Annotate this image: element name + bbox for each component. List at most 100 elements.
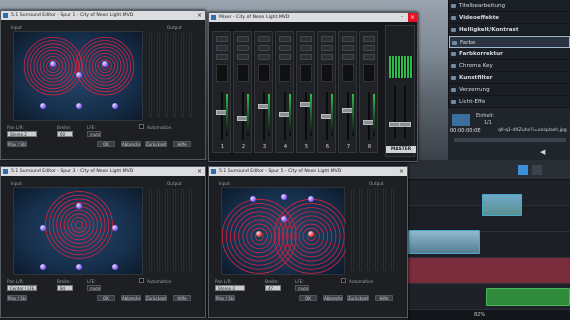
eq-knob[interactable] xyxy=(258,54,270,60)
eq-knob[interactable] xyxy=(237,45,249,51)
speaker-orb[interactable] xyxy=(281,193,287,200)
width-label: Breite: xyxy=(265,279,279,284)
effects-item[interactable]: Farbe xyxy=(449,36,570,48)
reset-button[interactable]: Zurücksetzen xyxy=(347,295,369,301)
lfe-mute-button[interactable]: mute xyxy=(87,285,101,291)
output-meter xyxy=(375,189,378,271)
close-icon[interactable]: × xyxy=(197,11,202,20)
surround-panning-field[interactable] xyxy=(13,31,143,121)
effect-icon xyxy=(451,28,456,32)
speaker-orb[interactable] xyxy=(76,102,82,109)
master-fader[interactable] xyxy=(399,122,411,127)
ok-button[interactable]: OK xyxy=(97,141,115,147)
surround-panning-field[interactable] xyxy=(221,187,346,275)
effects-item[interactable]: Farbkorrektur xyxy=(449,48,570,60)
eq-knob[interactable] xyxy=(300,45,312,51)
effects-item[interactable]: Chroma Key xyxy=(449,60,570,72)
effects-item[interactable]: Licht-Effe xyxy=(449,96,570,108)
position-slider[interactable] xyxy=(454,138,566,142)
pan-select[interactable]: Center / LFE xyxy=(7,285,37,291)
ok-button[interactable]: OK xyxy=(299,295,317,301)
output-meter xyxy=(149,33,152,117)
audio-clip[interactable] xyxy=(486,288,570,306)
pan-select[interactable]: Stereo 2 xyxy=(7,131,37,137)
effects-item[interactable]: Kunstfilter xyxy=(449,72,570,84)
eq-knob[interactable] xyxy=(321,54,333,60)
eq-knob[interactable] xyxy=(258,45,270,51)
speaker-orb[interactable] xyxy=(39,224,46,231)
close-icon[interactable]: × xyxy=(399,167,404,176)
effects-item[interactable]: Titelbearbeitung xyxy=(449,0,570,12)
eq-knob[interactable] xyxy=(258,36,270,42)
lfe-mute-button[interactable]: mute xyxy=(87,131,101,137)
speaker-orb[interactable] xyxy=(308,195,315,202)
mixer-channel-strip: 1 xyxy=(212,31,231,153)
help-button[interactable]: Hilfe xyxy=(375,295,393,301)
speaker-orb[interactable] xyxy=(256,230,263,237)
speaker-orb[interactable] xyxy=(76,202,82,209)
eq-knob[interactable] xyxy=(279,45,291,51)
speaker-orb[interactable] xyxy=(102,60,108,67)
eq-knob[interactable] xyxy=(321,36,333,42)
eq-knob[interactable] xyxy=(342,45,354,51)
pan-select[interactable]: Stereo 3 xyxy=(215,285,245,291)
eq-knob[interactable] xyxy=(321,45,333,51)
width-input[interactable]: 47 xyxy=(265,285,281,291)
cancel-button[interactable]: Abbrechen xyxy=(323,295,343,301)
width-input[interactable]: 84 xyxy=(57,285,73,291)
close-icon[interactable]: × xyxy=(197,167,202,176)
eq-knob[interactable] xyxy=(363,36,375,42)
automation-checkbox[interactable] xyxy=(139,124,144,129)
automation-checkbox[interactable] xyxy=(341,278,346,283)
input-label: Input xyxy=(219,181,230,186)
cancel-button[interactable]: Abbrechen xyxy=(121,295,141,301)
eq-knob[interactable] xyxy=(237,54,249,60)
master-fader-track xyxy=(394,86,396,138)
help-button[interactable]: Hilfe xyxy=(173,295,191,301)
speaker-orb[interactable] xyxy=(39,264,46,271)
eq-knob[interactable] xyxy=(342,54,354,60)
eq-knob[interactable] xyxy=(279,54,291,60)
surround-panning-field[interactable] xyxy=(13,187,143,275)
tool-icon[interactable] xyxy=(532,165,542,175)
minimize-icon[interactable]: – xyxy=(401,13,403,22)
eq-knob[interactable] xyxy=(342,36,354,42)
effects-item[interactable]: Videoeffekte xyxy=(449,12,570,24)
speaker-orb[interactable] xyxy=(281,215,287,222)
help-button[interactable]: Hilfe xyxy=(173,141,191,147)
reset-button[interactable]: Zurücksetzen xyxy=(145,141,167,147)
play-stop-button[interactable]: Play / Stop xyxy=(215,295,235,301)
output-meter xyxy=(157,33,160,117)
eq-knob[interactable] xyxy=(300,36,312,42)
close-icon[interactable]: × xyxy=(408,13,417,22)
unit-value: 1/1 xyxy=(484,121,492,126)
effects-item[interactable]: Verzerrung xyxy=(449,84,570,96)
monitor-icon[interactable] xyxy=(452,114,470,126)
eq-knob[interactable] xyxy=(237,36,249,42)
cancel-button[interactable]: Abbrechen xyxy=(121,141,141,147)
eq-knob[interactable] xyxy=(300,54,312,60)
audio-track xyxy=(408,258,570,284)
video-clip[interactable] xyxy=(408,230,480,254)
eq-knob[interactable] xyxy=(216,54,228,60)
automation-checkbox[interactable] xyxy=(139,278,144,283)
play-stop-button[interactable]: Play / Stop xyxy=(7,295,27,301)
speaker-icon[interactable]: ◀ xyxy=(540,148,548,156)
ok-button[interactable]: OK xyxy=(97,295,115,301)
eq-knob[interactable] xyxy=(279,36,291,42)
speaker-orb[interactable] xyxy=(50,60,56,67)
effects-item[interactable]: Helligkeit/Kontrast xyxy=(449,24,570,36)
lfe-mute-button[interactable]: mute xyxy=(295,285,309,291)
reset-button[interactable]: Zurücksetzen xyxy=(145,295,167,301)
pan-label: Pan L/R: xyxy=(7,279,24,284)
speaker-orb[interactable] xyxy=(39,102,46,109)
eq-knob[interactable] xyxy=(216,45,228,51)
eq-knob[interactable] xyxy=(363,54,375,60)
tool-icon[interactable] xyxy=(518,165,528,175)
width-input[interactable]: 60 xyxy=(57,131,73,137)
eq-knob[interactable] xyxy=(363,45,375,51)
eq-knob[interactable] xyxy=(216,36,228,42)
play-stop-button[interactable]: Play / Stop xyxy=(7,141,27,147)
speaker-orb[interactable] xyxy=(250,195,256,202)
speaker-orb[interactable] xyxy=(308,230,315,237)
